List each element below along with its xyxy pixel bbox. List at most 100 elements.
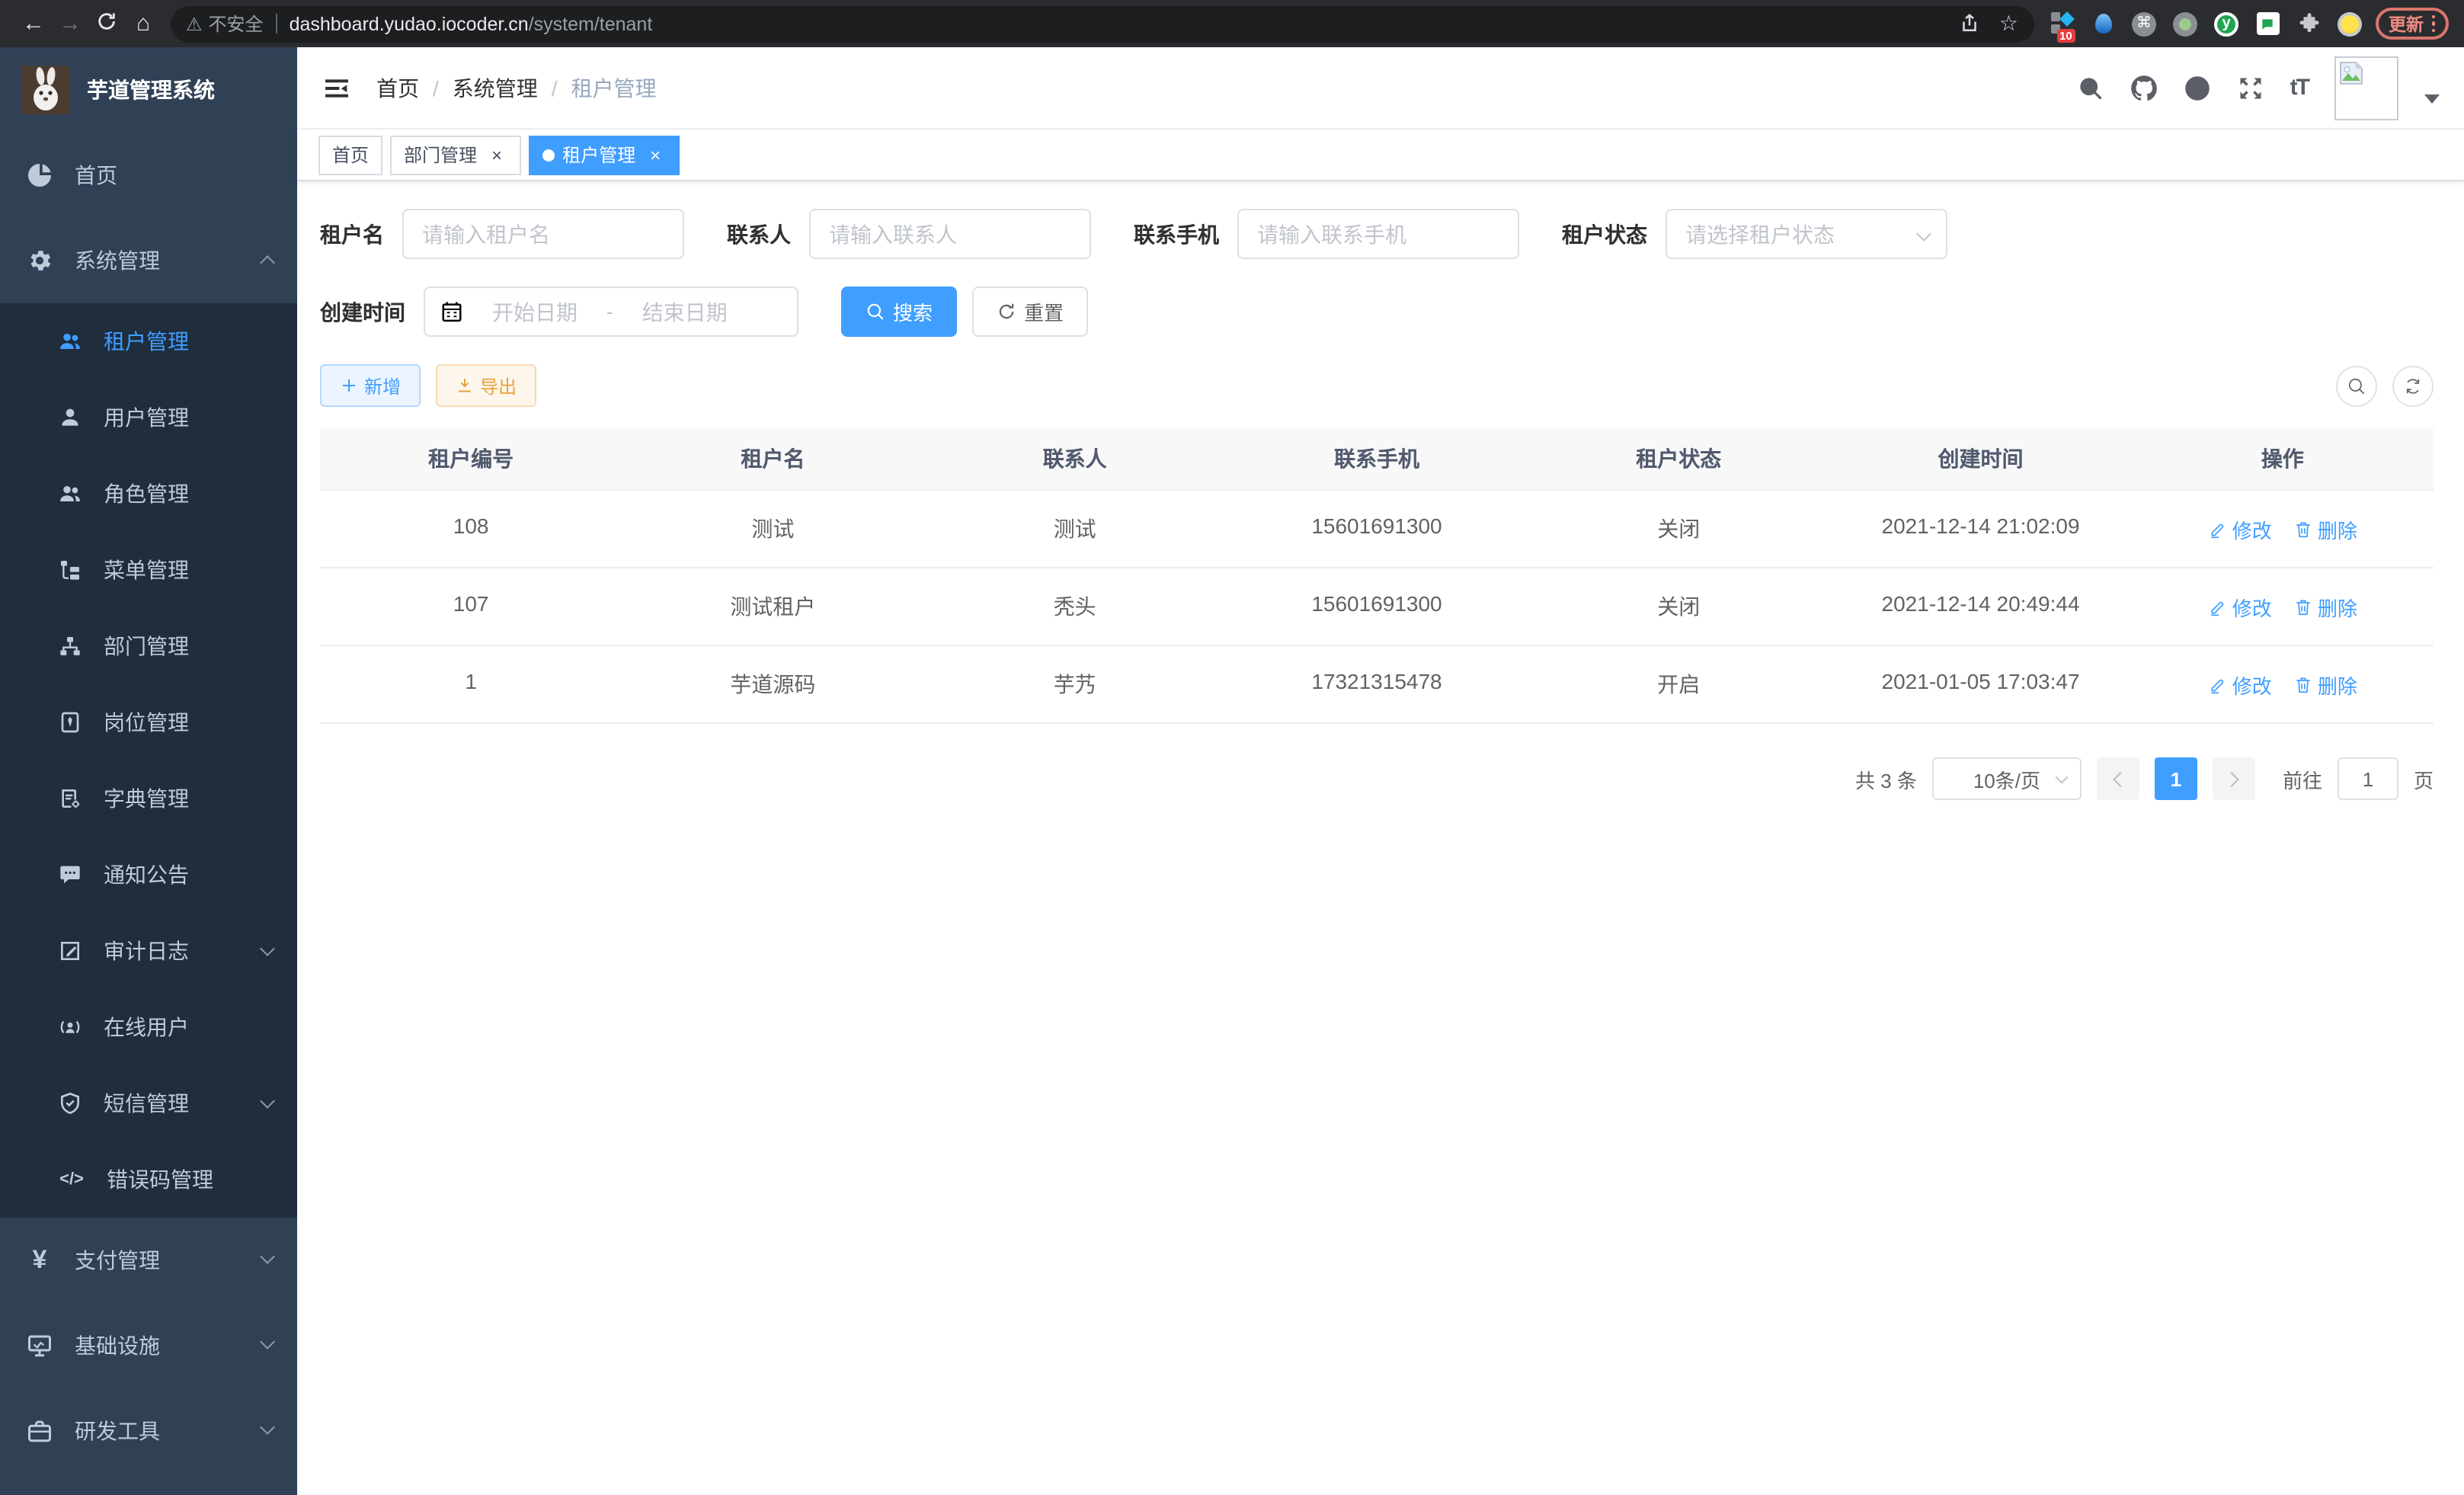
- chevron-down-icon: [260, 1093, 275, 1109]
- extension-chat-icon[interactable]: [2254, 11, 2280, 37]
- profile-avatar-icon[interactable]: [2337, 11, 2363, 37]
- extension-command-icon[interactable]: ⌘: [2131, 11, 2157, 37]
- sidebar-item-label: 研发工具: [75, 1416, 160, 1446]
- cell-tenant-id: 107: [320, 568, 622, 645]
- sidebar: 芋道管理系统 首页 系统管理 租户管理 用户管理 角色管理: [0, 47, 297, 1495]
- page-size-select[interactable]: 10条/页: [1932, 757, 2082, 800]
- table-header-row: 租户编号 租户名 联系人 联系手机 租户状态 创建时间 操作: [320, 428, 2434, 491]
- extension-grid-icon[interactable]: 10: [2049, 11, 2075, 37]
- menu-tree-icon: [58, 558, 82, 582]
- contact-label: 联系人: [727, 219, 791, 249]
- status-label: 租户状态: [1562, 219, 1647, 249]
- delete-link[interactable]: 删除: [2293, 592, 2357, 621]
- current-page-button[interactable]: 1: [2155, 757, 2197, 800]
- toggle-search-button[interactable]: [2336, 365, 2377, 406]
- search-button-label: 搜索: [893, 297, 933, 326]
- chevron-down-icon: [260, 1334, 275, 1349]
- sidebar-item-infra[interactable]: 基础设施: [0, 1303, 297, 1388]
- sidebar-item-sms[interactable]: 短信管理: [0, 1065, 297, 1141]
- breadcrumb-system[interactable]: 系统管理: [453, 72, 538, 103]
- edit-link[interactable]: 修改: [2208, 670, 2272, 699]
- header-search-icon[interactable]: [2077, 74, 2104, 101]
- warning-icon: ⚠: [186, 13, 203, 34]
- reset-button[interactable]: 重置: [972, 287, 1088, 337]
- search-button[interactable]: 搜索: [841, 287, 957, 337]
- sidebar-item-dict[interactable]: 字典管理: [0, 760, 297, 837]
- avatar-dropdown-caret[interactable]: [2424, 94, 2440, 103]
- mobile-input[interactable]: [1237, 209, 1519, 259]
- sidebar-item-online-user[interactable]: 在线用户: [0, 989, 297, 1065]
- column-header: 联系手机: [1226, 428, 1528, 489]
- cell-created: 2021-01-05 17:03:47: [1829, 646, 2131, 722]
- sidebar-item-audit-log[interactable]: 审计日志: [0, 913, 297, 989]
- tab-dept[interactable]: 部门管理 ×: [390, 135, 521, 174]
- extension-balloon-icon[interactable]: [2090, 11, 2116, 37]
- font-size-icon[interactable]: tT: [2290, 75, 2309, 101]
- sidebar-item-role[interactable]: 角色管理: [0, 456, 297, 532]
- status-select[interactable]: 请选择租户状态: [1666, 209, 1947, 259]
- sidebar-item-devtools[interactable]: 研发工具: [0, 1388, 297, 1474]
- create-time-range-picker[interactable]: -: [424, 287, 798, 337]
- tab-tenant[interactable]: 租户管理 ×: [529, 135, 680, 174]
- fullscreen-icon[interactable]: [2237, 74, 2264, 101]
- refresh-table-button[interactable]: [2392, 365, 2434, 406]
- post-badge-icon: [58, 710, 82, 735]
- help-icon[interactable]: [2184, 74, 2211, 101]
- chevron-down-icon: [260, 1249, 275, 1264]
- column-header: 创建时间: [1829, 428, 2131, 489]
- sidebar-item-label: 系统管理: [75, 245, 160, 276]
- add-button[interactable]: 新增: [320, 364, 421, 407]
- end-date-input[interactable]: [626, 299, 744, 324]
- cell-contact: 芋艿: [924, 646, 1226, 722]
- sidebar-item-label: 菜单管理: [104, 555, 189, 585]
- extensions-puzzle-icon[interactable]: [2296, 11, 2322, 37]
- browser-back-icon[interactable]: ←: [15, 11, 52, 37]
- sidebar-item-dept[interactable]: 部门管理: [0, 608, 297, 684]
- app-logo-row[interactable]: 芋道管理系统: [0, 47, 297, 133]
- sidebar-item-menu[interactable]: 菜单管理: [0, 532, 297, 608]
- tab-home[interactable]: 首页: [318, 135, 382, 174]
- contact-input[interactable]: [809, 209, 1091, 259]
- browser-home-icon[interactable]: ⌂: [125, 11, 162, 37]
- extension-record-icon[interactable]: [2172, 11, 2198, 37]
- github-icon[interactable]: [2130, 74, 2158, 101]
- browser-forward-icon[interactable]: →: [52, 11, 88, 37]
- bookmark-star-icon[interactable]: ☆: [1999, 11, 2018, 37]
- next-page-button[interactable]: [2213, 757, 2255, 800]
- browser-menu-icon[interactable]: [2431, 15, 2435, 33]
- sidebar-item-system[interactable]: 系统管理: [0, 218, 297, 303]
- sidebar-item-tenant[interactable]: 租户管理: [0, 303, 297, 379]
- sidebar-item-post[interactable]: 岗位管理: [0, 684, 297, 760]
- sidebar-item-pay[interactable]: ¥ 支付管理: [0, 1218, 297, 1303]
- sidebar-collapse-icon[interactable]: [322, 72, 352, 103]
- goto-page-input[interactable]: [2338, 757, 2398, 800]
- address-bar[interactable]: ⚠ 不安全 dashboard.yudao.iocoder.cn /system…: [171, 5, 2034, 42]
- site-security[interactable]: ⚠ 不安全: [186, 11, 264, 37]
- extension-yuque-icon[interactable]: y: [2213, 11, 2239, 37]
- prev-page-button[interactable]: [2097, 757, 2139, 800]
- cell-status: 关闭: [1528, 491, 1829, 567]
- start-date-input[interactable]: [475, 299, 594, 324]
- delete-link[interactable]: 删除: [2293, 670, 2357, 699]
- delete-link[interactable]: 删除: [2293, 514, 2357, 543]
- tenant-name-label: 租户名: [320, 219, 384, 249]
- tab-close-icon[interactable]: ×: [645, 144, 666, 165]
- user-avatar[interactable]: [2334, 56, 2398, 120]
- active-dot: [542, 149, 555, 161]
- sidebar-item-user[interactable]: 用户管理: [0, 379, 297, 456]
- sidebar-item-error-code[interactable]: </> 错误码管理: [0, 1141, 297, 1218]
- sidebar-item-home[interactable]: 首页: [0, 133, 297, 218]
- browser-update-button[interactable]: 更新: [2375, 8, 2449, 40]
- download-icon: [456, 376, 474, 395]
- tab-close-icon[interactable]: ×: [486, 144, 507, 165]
- edit-link[interactable]: 修改: [2208, 514, 2272, 543]
- export-button[interactable]: 导出: [436, 364, 536, 407]
- share-icon[interactable]: [1958, 12, 1981, 35]
- sidebar-item-notice[interactable]: 通知公告: [0, 837, 297, 913]
- edit-link[interactable]: 修改: [2208, 592, 2272, 621]
- breadcrumb-home[interactable]: 首页: [376, 72, 419, 103]
- sidebar-item-label: 部门管理: [104, 631, 189, 661]
- chevron-down-icon: [260, 1420, 275, 1435]
- browser-reload-icon[interactable]: [88, 10, 125, 37]
- tenant-name-input[interactable]: [402, 209, 684, 259]
